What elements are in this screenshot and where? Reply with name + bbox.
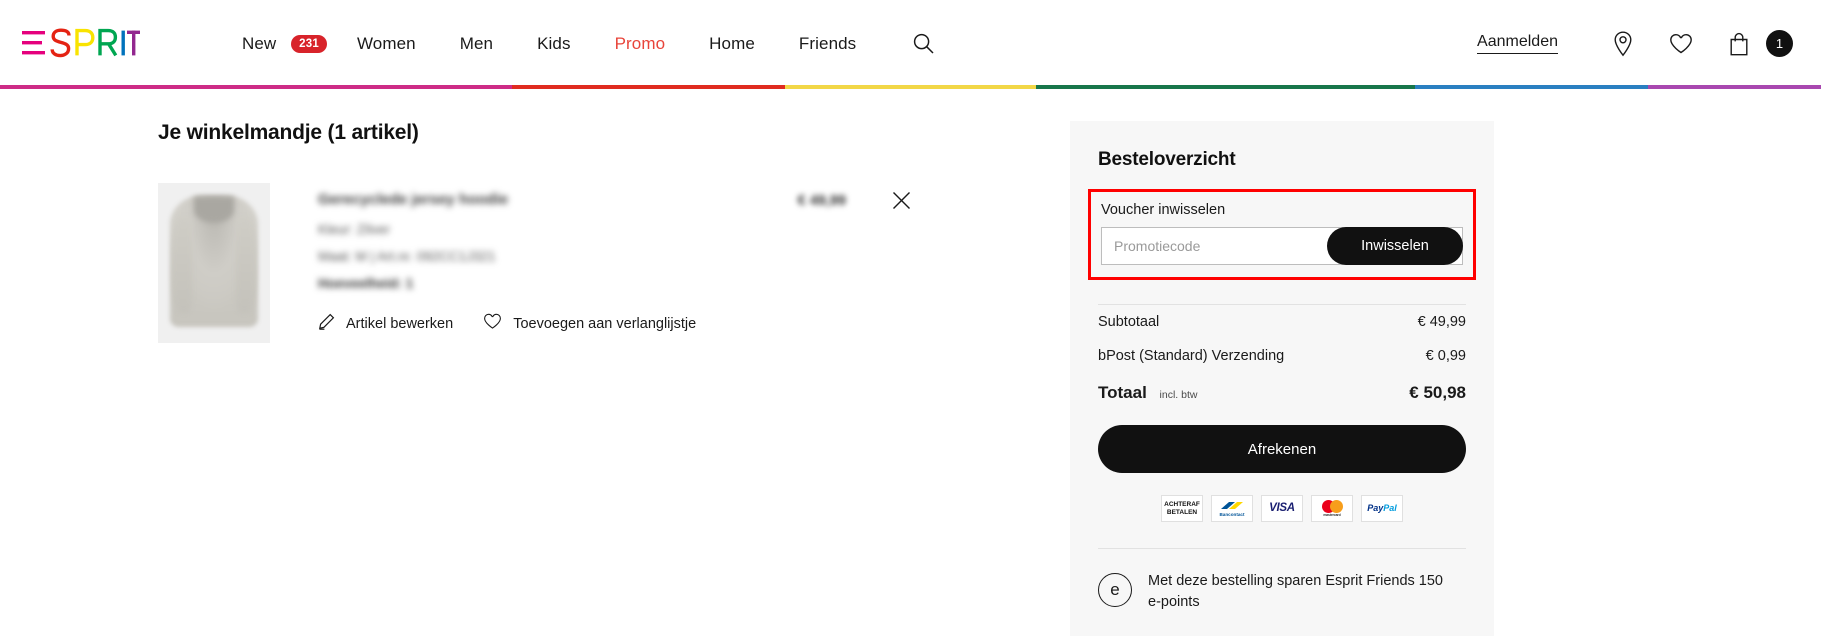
heart-icon[interactable] — [1664, 27, 1698, 61]
product-details: Gerecyclede jersey hoodie Kleur: Zilver … — [318, 183, 1060, 343]
garment-hood — [194, 197, 234, 223]
achteraf-line2: BETALEN — [1166, 508, 1198, 516]
summary-row-subtotal-value: € 49,99 — [1417, 314, 1466, 330]
summary-total-label: Totaal — [1098, 383, 1147, 402]
order-summary-title: Besteloverzicht — [1098, 149, 1236, 170]
nav-item-friends[interactable]: Friends — [777, 34, 878, 54]
summary-tax-note: incl. btw — [1159, 389, 1198, 401]
voucher-section: Voucher inwisselen Inwisselen — [1088, 189, 1476, 280]
bancontact-label: Bancontact — [1219, 511, 1245, 517]
payment-mastercard-icon: mastercard — [1311, 495, 1353, 522]
cart-line-item: Gerecyclede jersey hoodie Kleur: Zilver … — [158, 183, 1060, 343]
rainbow-divider — [0, 85, 1821, 89]
rainbow-seg-red — [511, 85, 785, 89]
sign-in-link[interactable]: Aanmelden — [1477, 33, 1558, 54]
cart-count-badge: 1 — [1766, 30, 1793, 57]
esprit-friends-e-icon: e — [1098, 573, 1132, 607]
mastercard-circle-orange — [1329, 499, 1343, 513]
voucher-input-row: Inwisselen — [1101, 227, 1463, 265]
main-navigation: New 231 Women Men Kids Promo Home Friend… — [220, 29, 938, 59]
product-article-number: Maat: M | Art.nr. 092CC1J321 — [318, 249, 496, 264]
garment-sleeve-right — [236, 217, 256, 313]
paypal-pay: Pay — [1367, 503, 1384, 514]
rainbow-seg-green — [1036, 85, 1415, 89]
nav-item-new-label: New — [242, 33, 277, 53]
pencil-icon — [318, 313, 335, 334]
summary-total-value: € 50,98 — [1409, 383, 1466, 402]
product-thumbnail[interactable] — [158, 183, 270, 343]
nav-new-badge: 231 — [291, 34, 327, 53]
edit-item-button[interactable]: Artikel bewerken — [318, 313, 453, 334]
item-action-links: Artikel bewerken Toevoegen aan verlangli… — [318, 313, 1060, 334]
esprit-logo[interactable] — [22, 24, 140, 64]
heart-icon — [483, 313, 502, 334]
redeem-voucher-button[interactable]: Inwisselen — [1327, 227, 1463, 265]
nav-item-men[interactable]: Men — [438, 34, 515, 54]
add-to-wishlist-button[interactable]: Toevoegen aan verlanglijstje — [483, 313, 696, 334]
summary-row-shipping: bPost (Standard) Verzending € 0,99 — [1098, 339, 1466, 373]
summary-row-total: Totaal incl. btw € 50,98 — [1098, 373, 1466, 421]
paypal-pal: Pal — [1383, 503, 1397, 514]
nav-item-promo[interactable]: Promo — [593, 34, 688, 54]
esprit-friends-notice: e Met deze bestelling sparen Esprit Frie… — [1098, 548, 1466, 612]
product-color: Kleur: Zilver — [318, 222, 391, 237]
order-summary-panel: Besteloverzicht Voucher inwisselen Inwis… — [1070, 121, 1494, 636]
product-quantity: Hoeveelheid: 1 — [318, 276, 414, 291]
garment-sleeve-left — [172, 217, 192, 313]
edit-item-label: Artikel bewerken — [346, 315, 454, 332]
rainbow-seg-magenta — [0, 85, 512, 89]
voucher-label: Voucher inwisselen — [1101, 202, 1226, 218]
cart-column: Je winkelmandje (1 artikel) Gerecyclede … — [0, 121, 1060, 343]
nav-item-women[interactable]: Women — [335, 34, 438, 54]
nav-item-home[interactable]: Home — [687, 34, 777, 54]
summary-row-shipping-value: € 0,99 — [1425, 348, 1466, 364]
esprit-friends-text: Met deze bestelling sparen Esprit Friend… — [1148, 573, 1443, 610]
payment-paypal-icon: Pay Pal — [1361, 495, 1403, 522]
esprit-logo-icon — [22, 27, 140, 57]
product-name: Gerecyclede jersey hoodie — [318, 191, 509, 208]
checkout-button[interactable]: Afrekenen — [1098, 425, 1466, 473]
page-main: Je winkelmandje (1 artikel) Gerecyclede … — [0, 87, 1821, 636]
close-icon — [892, 191, 910, 209]
summary-row-subtotal-label: Subtotaal — [1098, 314, 1160, 330]
remove-item-button[interactable] — [888, 187, 914, 213]
rainbow-seg-blue — [1414, 85, 1648, 89]
nav-item-new[interactable]: New 231 — [220, 34, 335, 54]
add-to-wishlist-label: Toevoegen aan verlanglijstje — [513, 315, 697, 332]
rainbow-seg-purple — [1647, 85, 1821, 89]
nav-item-kids[interactable]: Kids — [515, 34, 592, 54]
mastercard-label: mastercard — [1323, 512, 1341, 517]
payment-bancontact-icon: Bancontact — [1211, 495, 1253, 522]
site-header: New 231 Women Men Kids Promo Home Friend… — [0, 0, 1821, 89]
page-title: Je winkelmandje (1 artikel) — [158, 121, 419, 144]
header-actions: Aanmelden 1 — [1477, 0, 1793, 87]
payment-visa-icon: VISA — [1261, 495, 1303, 522]
rainbow-seg-yellow — [784, 85, 1037, 89]
payment-achteraf-betalen-icon: ACHTERAF BETALEN — [1161, 495, 1203, 522]
item-price: € 49,99 — [797, 193, 846, 209]
search-icon[interactable] — [908, 29, 938, 59]
summary-total-left: Totaal incl. btw — [1098, 383, 1197, 403]
location-pin-icon[interactable] — [1606, 27, 1640, 61]
shopping-bag-icon[interactable] — [1722, 27, 1756, 61]
payment-methods: ACHTERAF BETALEN Bancontact VISA masterc… — [1098, 495, 1466, 522]
summary-row-subtotal: Subtotaal € 49,99 — [1098, 304, 1466, 339]
achteraf-line1: ACHTERAF — [1164, 501, 1200, 509]
summary-row-shipping-label: bPost (Standard) Verzending — [1098, 348, 1285, 364]
